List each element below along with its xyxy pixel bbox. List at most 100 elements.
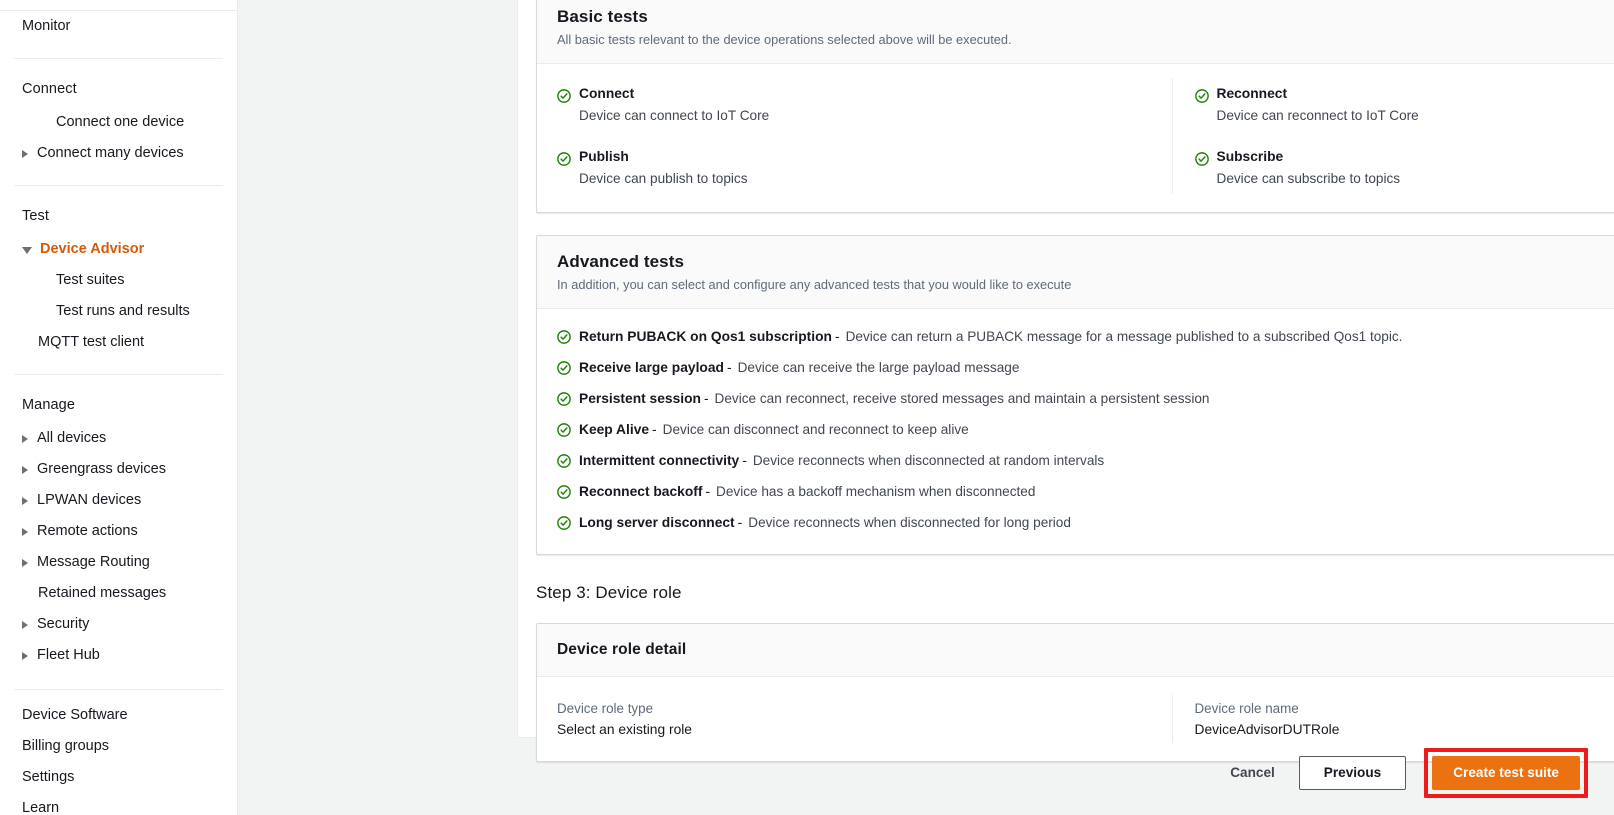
sidebar-item-device-software[interactable]: Device Software — [0, 700, 237, 731]
sidebar-item-monitor[interactable]: Monitor — [0, 11, 237, 42]
sidebar-item-mqtt-test-client[interactable]: MQTT test client — [0, 327, 237, 358]
basic-test-name: Reconnect — [1217, 84, 1419, 103]
device-role-name-field: Device role name DeviceAdvisorDUTRole — [1172, 695, 1614, 743]
sidebar-item-label: MQTT test client — [38, 332, 144, 353]
sidebar-item-label: Billing groups — [22, 736, 109, 757]
advanced-test-dash: - — [739, 453, 753, 468]
sidebar-item-fleet-hub[interactable]: Fleet Hub — [0, 640, 237, 671]
advanced-test-description: Device can disconnect and reconnect to k… — [663, 422, 969, 437]
sidebar-item-settings[interactable]: Settings — [0, 762, 237, 793]
sidebar-item-test-suites[interactable]: Test suites — [0, 265, 237, 296]
advanced-test-row: Keep Alive - Device can disconnect and r… — [557, 414, 1614, 445]
sidebar: Monitor Connect Connect one device Conne… — [0, 0, 238, 815]
main-content: Basic tests All basic tests relevant to … — [238, 0, 1614, 815]
basic-tests-grid: Connect Device can connect to IoT Core — [557, 78, 1614, 194]
device-role-detail-title: Device role detail — [557, 641, 1614, 659]
sidebar-section-manage-title: Manage — [0, 381, 237, 423]
step3-header: Step 3: Device role Edit — [536, 577, 1614, 609]
sidebar-item-security[interactable]: Security — [0, 609, 237, 640]
create-test-suite-button[interactable]: Create test suite — [1432, 756, 1580, 790]
sidebar-section-test-title: Test — [0, 192, 237, 234]
sidebar-item-label: Connect many devices — [37, 143, 184, 164]
basic-tests-description: All basic tests relevant to the device o… — [557, 32, 1614, 47]
check-circle-icon — [557, 392, 571, 411]
cancel-button[interactable]: Cancel — [1224, 757, 1281, 789]
check-circle-icon — [557, 485, 571, 504]
advanced-test-description: Device can return a PUBACK message for a… — [846, 329, 1403, 344]
advanced-test-row: Persistent session - Device can reconnec… — [557, 383, 1614, 414]
chevron-right-icon[interactable] — [22, 621, 28, 629]
sidebar-item-label: Message Routing — [37, 552, 150, 573]
chevron-right-icon[interactable] — [22, 652, 28, 660]
chevron-right-icon[interactable] — [22, 150, 28, 158]
sidebar-item-connect-many-devices[interactable]: Connect many devices — [0, 138, 237, 169]
basic-tests-body: Connect Device can connect to IoT Core — [537, 64, 1614, 212]
advanced-tests-card: Advanced tests In addition, you can sele… — [536, 235, 1614, 555]
advanced-test-row: Intermittent connectivity - Device recon… — [557, 445, 1614, 476]
chevron-right-icon[interactable] — [22, 497, 28, 505]
previous-button[interactable]: Previous — [1299, 756, 1406, 790]
basic-test-name: Subscribe — [1217, 147, 1401, 166]
sidebar-item-test-runs-and-results[interactable]: Test runs and results — [0, 296, 237, 327]
sidebar-divider — [14, 689, 223, 690]
device-role-detail-header: Device role detail — [537, 624, 1614, 677]
basic-test-item-reconnect: Reconnect Device can reconnect to IoT Co… — [1172, 78, 1614, 131]
sidebar-item-billing-groups[interactable]: Billing groups — [0, 731, 237, 762]
basic-test-item-connect: Connect Device can connect to IoT Core — [557, 78, 1172, 131]
sidebar-divider — [14, 374, 223, 375]
page-root: Monitor Connect Connect one device Conne… — [0, 0, 1614, 815]
sidebar-item-label: Fleet Hub — [37, 645, 100, 666]
advanced-test-name: Persistent session — [579, 391, 701, 406]
sidebar-item-lpwan-devices[interactable]: LPWAN devices — [0, 485, 237, 516]
check-circle-icon — [557, 423, 571, 442]
sidebar-item-learn[interactable]: Learn — [0, 793, 237, 815]
step3-title: Step 3: Device role — [536, 583, 682, 603]
advanced-test-dash: - — [701, 391, 715, 406]
chevron-right-icon[interactable] — [22, 559, 28, 567]
sidebar-item-device-advisor[interactable]: Device Advisor — [0, 234, 237, 265]
advanced-test-name: Keep Alive — [579, 422, 649, 437]
sidebar-item-label: Monitor — [22, 16, 70, 37]
check-circle-icon — [557, 152, 571, 171]
basic-test-item-publish: Publish Device can publish to topics — [557, 131, 1172, 194]
advanced-test-dash: - — [832, 329, 846, 344]
sidebar-item-all-devices[interactable]: All devices — [0, 423, 237, 454]
basic-tests-card: Basic tests All basic tests relevant to … — [536, 0, 1614, 213]
sidebar-item-label: Retained messages — [38, 583, 166, 604]
chevron-right-icon[interactable] — [22, 466, 28, 474]
sidebar-item-label: Device Software — [22, 705, 128, 726]
sidebar-item-label: Connect one device — [56, 112, 184, 133]
advanced-test-name: Reconnect backoff — [579, 484, 702, 499]
advanced-test-row: Reconnect backoff - Device has a backoff… — [557, 476, 1614, 507]
basic-test-name: Publish — [579, 147, 748, 166]
sidebar-item-remote-actions[interactable]: Remote actions — [0, 516, 237, 547]
advanced-tests-description: In addition, you can select and configur… — [557, 277, 1614, 292]
sidebar-divider — [14, 58, 223, 59]
advanced-test-name: Long server disconnect — [579, 515, 735, 530]
chevron-right-icon[interactable] — [22, 528, 28, 536]
check-circle-icon — [557, 516, 571, 535]
device-role-detail-grid: Device role type Select an existing role… — [557, 693, 1614, 743]
check-circle-icon — [557, 330, 571, 349]
sidebar-item-connect-one-device[interactable]: Connect one device — [0, 107, 237, 138]
sidebar-item-message-routing[interactable]: Message Routing — [0, 547, 237, 578]
basic-tests-header: Basic tests All basic tests relevant to … — [537, 0, 1614, 64]
wizard-panel: Basic tests All basic tests relevant to … — [517, 0, 1614, 738]
sidebar-item-greengrass-devices[interactable]: Greengrass devices — [0, 454, 237, 485]
sidebar-item-retained-messages[interactable]: Retained messages — [0, 578, 237, 609]
advanced-test-description: Device can receive the large payload mes… — [738, 360, 1020, 375]
check-circle-icon — [1195, 152, 1209, 171]
chevron-down-icon[interactable] — [22, 247, 32, 254]
advanced-test-row: Return PUBACK on Qos1 subscription - Dev… — [557, 321, 1614, 352]
check-circle-icon — [557, 89, 571, 108]
advanced-test-row: Receive large payload - Device can recei… — [557, 352, 1614, 383]
sidebar-item-label: LPWAN devices — [37, 490, 141, 511]
sidebar-item-label: Test runs and results — [56, 301, 190, 322]
chevron-right-icon[interactable] — [22, 435, 28, 443]
device-role-type-value: Select an existing role — [557, 722, 1172, 737]
advanced-test-dash: - — [724, 360, 738, 375]
basic-tests-title: Basic tests — [557, 7, 1614, 27]
sidebar-item-label: Greengrass devices — [37, 459, 166, 480]
advanced-test-description: Device can reconnect, receive stored mes… — [715, 391, 1210, 406]
basic-test-item-subscribe: Subscribe Device can subscribe to topics — [1172, 131, 1614, 194]
